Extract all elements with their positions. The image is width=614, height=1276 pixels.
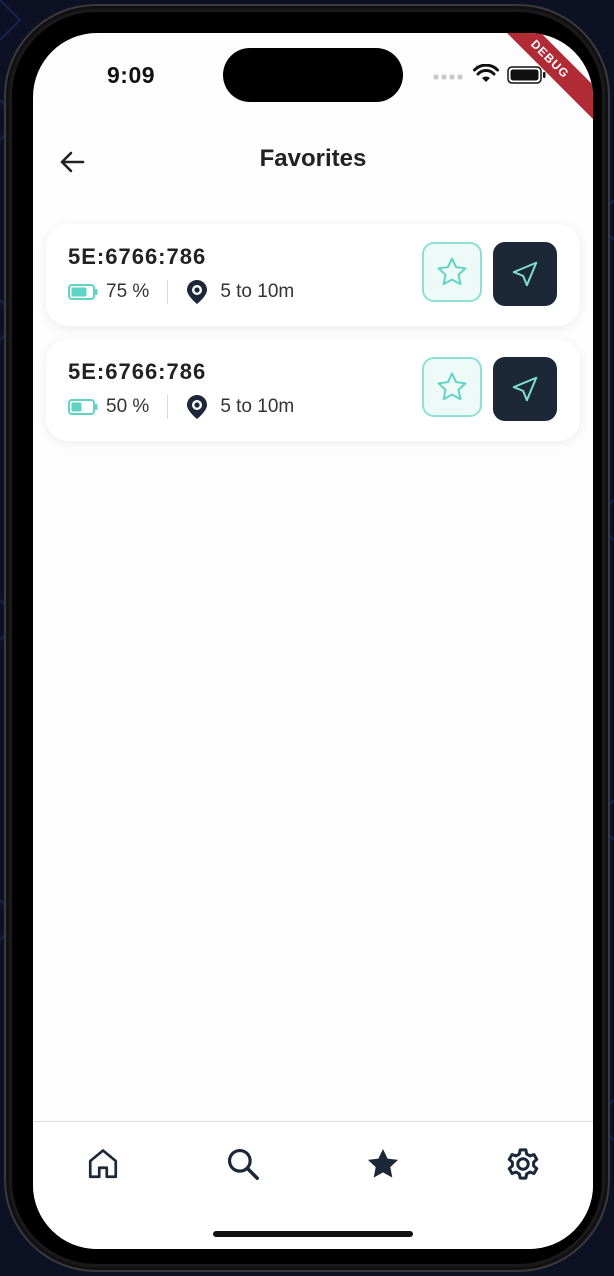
star-filled-icon <box>367 1148 399 1178</box>
nav-settings[interactable] <box>501 1142 545 1186</box>
device-meta: 75 % 5 to 10m <box>68 279 294 305</box>
navigate-button[interactable] <box>493 242 557 306</box>
battery-icon <box>68 399 98 415</box>
device-id: 5E:6766:786 <box>68 244 207 269</box>
app-header: Favorites <box>33 133 593 185</box>
battery-level-fill <box>71 287 87 297</box>
navigate-button[interactable] <box>493 357 557 421</box>
meta-divider <box>167 395 169 419</box>
cellular-signal-icon <box>433 74 463 80</box>
star-outline-icon <box>437 372 467 401</box>
battery-percentage: 50 % <box>106 396 150 417</box>
gear-icon <box>507 1148 539 1180</box>
bottom-navigation <box>33 1121 593 1249</box>
device-meta: 50 % 5 to 10m <box>68 394 294 420</box>
status-time: 9:09 <box>107 62 156 88</box>
nav-search[interactable] <box>221 1142 265 1186</box>
location-pin-icon <box>186 394 208 420</box>
status-battery-icon <box>507 66 546 84</box>
search-icon <box>227 1148 259 1180</box>
star-outline-icon <box>437 257 467 286</box>
battery-percentage: 75 % <box>106 281 150 302</box>
navigation-arrow-icon <box>512 376 538 402</box>
nav-home[interactable] <box>81 1142 125 1186</box>
home-icon <box>88 1149 118 1179</box>
favorite-toggle-button[interactable] <box>422 357 482 417</box>
home-indicator <box>213 1231 413 1237</box>
favorite-card[interactable]: 5E:6766:786 75 % 5 to 10m <box>46 224 580 326</box>
distance-range: 5 to 10m <box>220 281 295 302</box>
favorite-card[interactable]: 5E:6766:786 50 % 5 to 10m <box>46 339 580 441</box>
favorite-toggle-button[interactable] <box>422 242 482 302</box>
wifi-icon <box>473 64 499 82</box>
meta-divider <box>167 280 169 304</box>
status-bar: 9:09 DEBUG <box>33 33 593 123</box>
app-screen: 9:09 DEBUG Favorites 5E:6766:786 75 % 5 … <box>33 33 593 1249</box>
distance-range: 5 to 10m <box>220 396 295 417</box>
dynamic-island <box>223 48 403 102</box>
navigation-arrow-icon <box>512 261 538 287</box>
battery-level-fill <box>71 402 82 412</box>
page-title: Favorites <box>259 145 367 172</box>
device-id: 5E:6766:786 <box>68 359 207 384</box>
nav-favorites[interactable] <box>361 1142 405 1186</box>
battery-icon <box>68 284 98 300</box>
location-pin-icon <box>186 279 208 305</box>
